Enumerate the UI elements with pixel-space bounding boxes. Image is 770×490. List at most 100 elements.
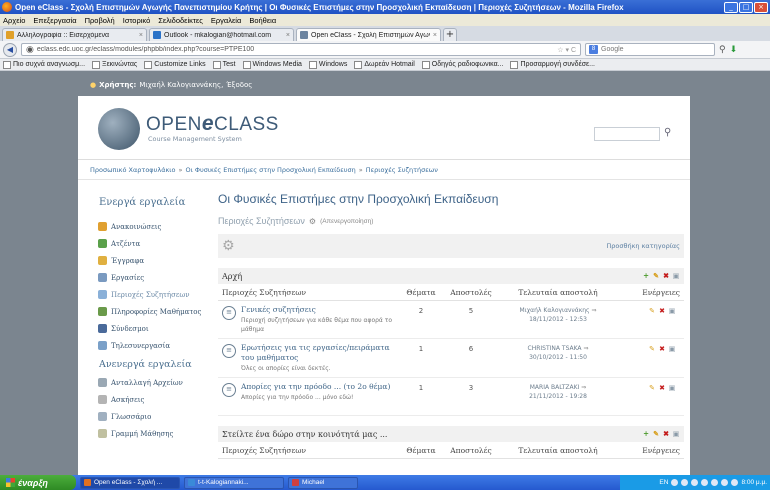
visibility-icon[interactable]: ▣ (668, 384, 676, 392)
bookmark-item[interactable]: Windows Media (242, 60, 302, 69)
gear-icon[interactable]: ⚙ (309, 217, 316, 226)
search-icon[interactable]: ⚲ (664, 127, 671, 138)
delete-icon[interactable]: ✖ (662, 430, 670, 438)
delete-icon[interactable]: ✖ (658, 307, 666, 315)
browser-tab[interactable]: Outlook - mkalogian@hotmail.com × (149, 28, 294, 41)
sidebar-tool-item[interactable]: Ανταλλαγή Αρχείων (78, 374, 206, 391)
browser-tab[interactable]: Αλληλογραφία :: Εισερχόμενα × (2, 28, 147, 41)
site-search-input[interactable] (594, 127, 660, 141)
edit-icon[interactable]: ✎ (648, 307, 656, 315)
bookmark-item[interactable]: Customize Links (144, 60, 206, 69)
edit-icon[interactable]: ✎ (648, 384, 656, 392)
bookmark-item[interactable]: Windows (308, 60, 347, 69)
taskbar-item[interactable]: Michael (288, 476, 358, 489)
breadcrumb-item[interactable]: Οι Φυσικές Επιστήμες στην Προσχολική Εκπ… (185, 166, 355, 174)
sidebar-tool-item[interactable]: Γραμμή Μάθησης (78, 425, 206, 442)
tab-close-icon[interactable]: × (139, 32, 143, 39)
window-controls: _ □ × (724, 1, 768, 13)
tab-close-icon[interactable]: × (286, 32, 290, 39)
goto-post-icon[interactable]: ⇒ (582, 345, 588, 352)
goto-post-icon[interactable]: ⇒ (590, 307, 596, 314)
search-magnifier-icon[interactable]: ⚲ (719, 45, 726, 55)
download-arrow-icon[interactable]: ⬇ (730, 45, 738, 55)
delete-icon[interactable]: ✖ (662, 272, 670, 280)
menu-item-3[interactable]: Ιστορικό (123, 16, 151, 25)
eclass-logo[interactable]: OPENeCLASS (146, 112, 279, 136)
menu-item-5[interactable]: Εργαλεία (211, 16, 241, 25)
maximize-button[interactable]: □ (739, 1, 753, 13)
bookmark-item[interactable]: Test (212, 60, 236, 69)
tab-close-icon[interactable]: × (433, 32, 437, 39)
edit-icon[interactable]: ✎ (648, 345, 656, 353)
tool-label: Σύνδεσμοι (111, 324, 149, 333)
forum-title-link[interactable]: Γενικές συζητήσεις (241, 305, 396, 315)
add-category-link[interactable]: Προσθήκη κατηγορίας (606, 242, 680, 250)
taskbar-item[interactable]: Open eClass - Σχολή ... (80, 476, 180, 489)
bookmark-item[interactable]: Ξεκινώντας (92, 60, 137, 69)
new-tab-button[interactable]: + (443, 28, 457, 41)
bookmark-item[interactable]: Πιο συχνά αναγνωσμ... (3, 60, 85, 69)
visibility-icon[interactable]: ▣ (672, 272, 680, 280)
tray-icon[interactable] (731, 479, 739, 486)
tool-icon (98, 239, 107, 248)
site-identity-icon[interactable]: ◉ (26, 44, 34, 55)
tray-icon[interactable] (681, 479, 689, 486)
forum-title-link[interactable]: Ερωτήσεις για τις εργασίες/πειράματα του… (241, 343, 396, 363)
close-button[interactable]: × (754, 1, 768, 13)
tool-label: Έγγραφα (111, 256, 145, 265)
sidebar-tool-item[interactable]: Πληροφορίες Μαθήματος (78, 303, 206, 320)
bookmark-item[interactable]: Δωρεάν Hotmail (354, 60, 415, 69)
visibility-icon[interactable]: ▣ (668, 345, 676, 353)
sidebar-tool-item[interactable]: Περιοχές Συζητήσεων (78, 286, 206, 303)
bookmark-item[interactable]: Προσαρμογή συνδέσε... (510, 60, 595, 69)
menu-item-4[interactable]: Σελιδοδείκτες (158, 16, 203, 25)
url-bar[interactable]: ◉ eclass.edc.uoc.gr/eclass/modules/phpbb… (21, 43, 581, 56)
deactivate-link[interactable]: (Απενεργοποίηση) (320, 218, 373, 225)
breadcrumb-item[interactable]: Περιοχές Συζητήσεων (366, 166, 438, 174)
settings-gear-icon[interactable]: ⚙ (222, 238, 235, 254)
sidebar-tool-item[interactable]: Έγγραφα (78, 252, 206, 269)
edit-icon[interactable]: ✎ (652, 430, 660, 438)
sidebar-tool-item[interactable]: Γλωσσάριο (78, 408, 206, 425)
search-bar[interactable]: 8 Google (585, 43, 715, 56)
sidebar-tool-item[interactable]: Σύνδεσμοι (78, 320, 206, 337)
tray-icon[interactable] (691, 479, 699, 486)
browser-tab[interactable]: Open eClass - Σχολή Επιστημών Αγωγής ...… (296, 28, 441, 41)
start-button[interactable]: έναρξη (0, 475, 76, 490)
url-text[interactable]: eclass.edc.uoc.gr/eclass/modules/phpbb/i… (37, 46, 554, 53)
bookmark-item[interactable]: Οδηγός ραδιοφωνικα... (421, 60, 503, 69)
sidebar-tool-item[interactable]: Τηλεσυνεργασία (78, 337, 206, 354)
tray-icon[interactable] (711, 479, 719, 486)
bookmark-star-icon[interactable]: ☆ ▾ C (557, 46, 576, 54)
navigation-toolbar: ◀ ◉ eclass.edc.uoc.gr/eclass/modules/php… (0, 41, 770, 59)
page-title: Οι Φυσικές Επιστήμες στην Προσχολική Εκπ… (218, 192, 499, 206)
menu-item-1[interactable]: Επεξεργασία (33, 16, 76, 25)
forum-title-link[interactable]: Απορίες για την πρόοδο ... (το 2ο θέμα) (241, 382, 390, 392)
minimize-button[interactable]: _ (724, 1, 738, 13)
menu-item-2[interactable]: Προβολή (85, 16, 115, 25)
tray-icon[interactable] (671, 479, 679, 486)
tray-icon[interactable] (721, 479, 729, 486)
language-indicator[interactable]: EN (659, 479, 668, 486)
taskbar-item[interactable]: t-t-Kalogiannaki... (184, 476, 284, 489)
add-icon[interactable]: + (642, 430, 650, 438)
back-arrow-icon[interactable]: ◀ (3, 42, 17, 57)
edit-icon[interactable]: ✎ (652, 272, 660, 280)
search-placeholder[interactable]: Google (601, 46, 624, 53)
sidebar-tool-item[interactable]: Ατζέντα (78, 235, 206, 252)
delete-icon[interactable]: ✖ (658, 345, 666, 353)
menu-item-0[interactable]: Αρχείο (3, 16, 25, 25)
visibility-icon[interactable]: ▣ (672, 430, 680, 438)
breadcrumb-item[interactable]: Προσωπικό Χαρτοφυλάκιο (90, 166, 175, 174)
add-icon[interactable]: + (642, 272, 650, 280)
logout-link[interactable]: Έξοδος (226, 81, 252, 89)
delete-icon[interactable]: ✖ (658, 384, 666, 392)
sidebar-tool-item[interactable]: Ανακοινώσεις (78, 218, 206, 235)
sidebar-tool-item[interactable]: Εργασίες (78, 269, 206, 286)
sidebar-tool-item[interactable]: Ασκήσεις (78, 391, 206, 408)
goto-post-icon[interactable]: ⇒ (579, 384, 586, 391)
tray-icon[interactable] (701, 479, 709, 486)
menu-item-6[interactable]: Βοήθεια (249, 16, 276, 25)
last-post-user-name: MARIA BALTZAKI (529, 384, 580, 391)
visibility-icon[interactable]: ▣ (668, 307, 676, 315)
